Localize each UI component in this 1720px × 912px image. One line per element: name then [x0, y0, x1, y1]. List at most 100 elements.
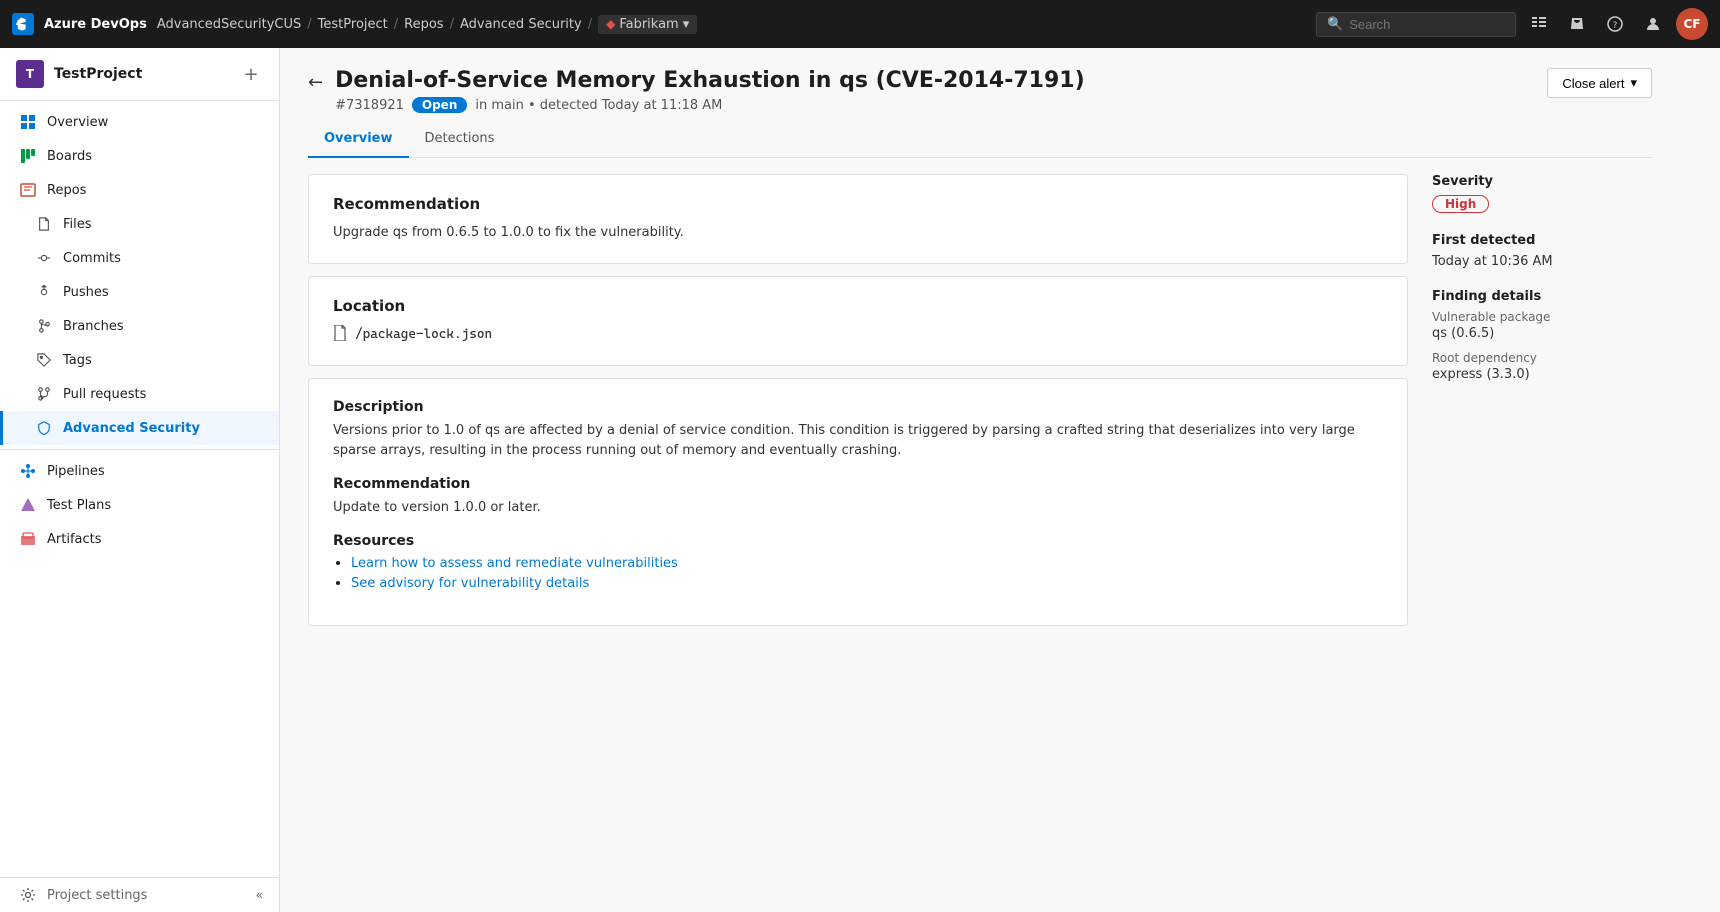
recommendation-text: Update to version 1.0.0 or later. — [333, 498, 1383, 519]
sep4: / — [588, 17, 592, 32]
advanced-security-icon — [35, 419, 53, 437]
sidebar-item-label: Pushes — [63, 285, 109, 300]
topbar-breadcrumb: AdvancedSecurityCUS / TestProject / Repo… — [157, 15, 697, 34]
test-plans-icon — [19, 496, 37, 514]
sidebar-item-boards[interactable]: Boards — [0, 139, 279, 173]
project-name: TestProject — [54, 66, 142, 82]
content-area: Recommendation Upgrade qs from 0.6.5 to … — [308, 174, 1652, 638]
back-button[interactable]: ← — [308, 72, 323, 93]
pull-requests-icon — [35, 385, 53, 403]
sidebar-item-label: Boards — [47, 149, 92, 164]
list-item: See advisory for vulnerability details — [351, 575, 1383, 591]
sidebar-item-files[interactable]: Files — [0, 207, 279, 241]
sidebar-item-label: Advanced Security — [63, 421, 200, 436]
sidebar-item-branches[interactable]: Branches — [0, 309, 279, 343]
tab-detections[interactable]: Detections — [409, 121, 511, 158]
view-switcher-icon[interactable] — [1524, 9, 1554, 39]
azure-devops-logo[interactable] — [12, 13, 34, 35]
description-text: Versions prior to 1.0 of qs are affected… — [333, 421, 1383, 463]
tags-icon — [35, 351, 53, 369]
topbar-brand: Azure DevOps — [44, 17, 147, 32]
pipelines-icon — [19, 462, 37, 480]
resource-link-1[interactable]: Learn how to assess and remediate vulner… — [351, 556, 678, 571]
repo-branch-selector[interactable]: ◆ Fabrikam ▾ — [598, 15, 697, 34]
file-path: /package-lock.json — [355, 327, 492, 342]
tab-overview[interactable]: Overview — [308, 121, 409, 158]
vulnerable-package-label: Vulnerable package — [1432, 310, 1652, 324]
content-main: Recommendation Upgrade qs from 0.6.5 to … — [308, 174, 1408, 638]
breadcrumb-repos[interactable]: Repos — [404, 17, 443, 32]
root-dependency-label: Root dependency — [1432, 351, 1652, 365]
artifacts-icon — [19, 530, 37, 548]
search-input[interactable] — [1349, 17, 1505, 32]
close-alert-label: Close alert — [1562, 76, 1624, 91]
breadcrumb-security[interactable]: Advanced Security — [460, 17, 582, 32]
sidebar-item-overview[interactable]: Overview — [0, 105, 279, 139]
sidebar-item-label: Files — [63, 217, 92, 232]
description-heading: Description — [333, 399, 1383, 415]
recommendation-card: Recommendation Upgrade qs from 0.6.5 to … — [308, 174, 1408, 264]
search-box[interactable]: 🔍 — [1316, 12, 1516, 37]
add-project-button[interactable]: + — [239, 62, 263, 86]
search-icon: 🔍 — [1327, 17, 1343, 32]
sidebar-item-label: Pull requests — [63, 387, 146, 402]
sidebar-item-label: Pipelines — [47, 464, 105, 479]
sep1: / — [307, 17, 311, 32]
breadcrumb-project[interactable]: TestProject — [318, 17, 388, 32]
user-avatar[interactable]: CF — [1676, 8, 1708, 40]
sidebar-item-pipelines[interactable]: Pipelines — [0, 454, 279, 488]
sidebar-item-label: Repos — [47, 183, 86, 198]
branch-chevron-icon: ▾ — [683, 17, 690, 32]
alert-id: #7318921 — [335, 98, 404, 113]
detected-text: in main • detected Today at 11:18 AM — [475, 98, 722, 113]
sidebar-item-label: Artifacts — [47, 532, 102, 547]
shopping-bag-icon[interactable] — [1562, 9, 1592, 39]
close-alert-chevron-icon: ▾ — [1630, 75, 1637, 91]
page-title: Denial-of-Service Memory Exhaustion in q… — [335, 68, 1085, 93]
content-tabs: Overview Detections — [308, 121, 1652, 158]
sidebar-header: T TestProject + — [0, 48, 279, 101]
overview-icon — [19, 113, 37, 131]
branch-diamond-icon: ◆ — [606, 17, 615, 31]
breadcrumb-org[interactable]: AdvancedSecurityCUS — [157, 17, 301, 32]
topbar-right: 🔍 ? CF — [1316, 8, 1708, 40]
vulnerable-package-value: qs (0.6.5) — [1432, 326, 1652, 341]
severity-section: Severity High — [1432, 174, 1652, 213]
list-item: Learn how to assess and remediate vulner… — [351, 555, 1383, 571]
sidebar-item-pushes[interactable]: Pushes — [0, 275, 279, 309]
repos-icon — [19, 181, 37, 199]
severity-label: Severity — [1432, 174, 1652, 189]
project-settings-label: Project settings — [47, 888, 147, 903]
sidebar-item-label: Branches — [63, 319, 124, 334]
sidebar-item-advanced-security[interactable]: Advanced Security — [0, 411, 279, 445]
layout: T TestProject + Overview Boards — [0, 48, 1720, 912]
sidebar-item-test-plans[interactable]: Test Plans — [0, 488, 279, 522]
finding-details-label: Finding details — [1432, 289, 1652, 304]
sep3: / — [450, 17, 454, 32]
main-content: ← Denial-of-Service Memory Exhaustion in… — [280, 48, 1720, 912]
resource-link-2[interactable]: See advisory for vulnerability details — [351, 576, 589, 591]
sidebar-item-pull-requests[interactable]: Pull requests — [0, 377, 279, 411]
file-location: /package-lock.json — [333, 325, 1383, 345]
first-detected-value: Today at 10:36 AM — [1432, 254, 1652, 269]
sidebar-item-tags[interactable]: Tags — [0, 343, 279, 377]
location-card: Location /package-lock.json — [308, 276, 1408, 366]
sidebar-footer: Project settings « — [0, 877, 279, 912]
page-header: ← Denial-of-Service Memory Exhaustion in… — [308, 68, 1652, 113]
collapse-icon[interactable]: « — [256, 888, 263, 902]
sidebar-item-artifacts[interactable]: Artifacts — [0, 522, 279, 556]
svg-text:?: ? — [1613, 21, 1618, 31]
sidebar-item-commits[interactable]: Commits — [0, 241, 279, 275]
status-badge: Open — [412, 97, 467, 113]
user-settings-icon[interactable] — [1638, 9, 1668, 39]
close-alert-button[interactable]: Close alert ▾ — [1547, 68, 1652, 98]
sidebar-item-project-settings[interactable]: Project settings « — [0, 878, 279, 912]
settings-icon — [19, 886, 37, 904]
sidebar-item-label: Overview — [47, 115, 108, 130]
recommendation-heading: Recommendation — [333, 476, 1383, 492]
branches-icon — [35, 317, 53, 335]
branch-name: Fabrikam — [619, 17, 678, 32]
sidebar-item-repos[interactable]: Repos — [0, 173, 279, 207]
help-icon[interactable]: ? — [1600, 9, 1630, 39]
finding-details-section: Finding details Vulnerable package qs (0… — [1432, 289, 1652, 382]
